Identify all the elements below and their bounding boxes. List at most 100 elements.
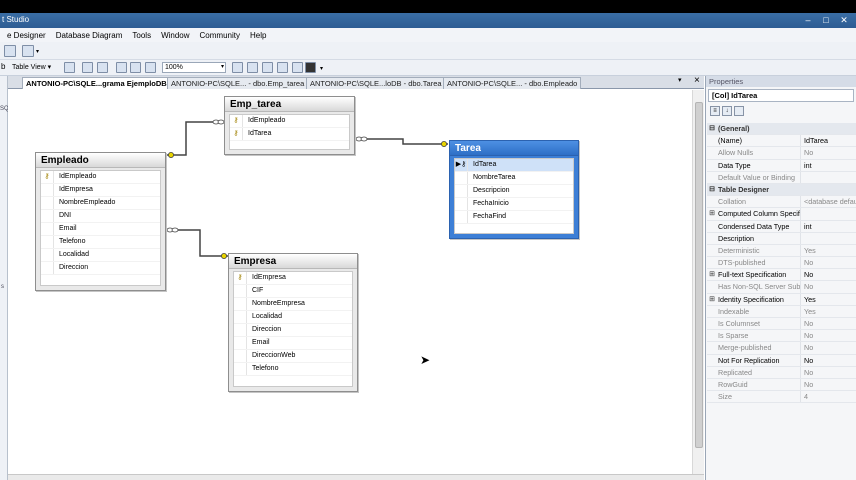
arrange-icon[interactable] [116, 62, 127, 73]
rel-emptarea-tarea[interactable] [355, 138, 448, 145]
property-row[interactable]: Deterministic Yes [707, 244, 856, 258]
table-empresa[interactable]: Empresa ⚷ IdEmpresa CIF NombreEmpresa Loc… [228, 253, 358, 392]
property-value[interactable]: IdTarea [801, 135, 856, 146]
property-row[interactable]: Allow Nulls No [707, 147, 856, 160]
table-row[interactable]: Descripcion [455, 185, 573, 198]
property-category[interactable]: ⊟ (General) [707, 123, 856, 136]
rel-empleado-emptarea[interactable] [166, 121, 218, 156]
relationships-icon[interactable] [232, 62, 243, 73]
tab-diagram[interactable]: ANTONIO-PC\SQLE...grama EjemploDB [22, 77, 168, 89]
indexes-icon[interactable] [247, 62, 258, 73]
table-row[interactable]: FechaInicio [455, 198, 573, 211]
expand-icon[interactable]: ⊟ [707, 184, 717, 195]
table-row[interactable]: Telefono [41, 236, 160, 249]
property-row[interactable]: ⊞Computed Column Specification [707, 208, 856, 221]
tab-tarea[interactable]: ANTONIO-PC\SQLE...loDB - dbo.Tarea [306, 77, 444, 89]
menu-help[interactable]: Help [245, 31, 271, 40]
property-row[interactable]: Is Columnset No [707, 318, 856, 331]
table-row[interactable]: Direccion [41, 262, 160, 275]
table-emp-tarea[interactable]: Emp_tarea ⚷ IdEmpleado ⚷ IdTarea [224, 96, 355, 155]
property-row[interactable]: Data Type int [707, 159, 856, 172]
table-row[interactable]: FechaFind [455, 211, 573, 224]
property-category[interactable]: ⊟ Table Designer [707, 183, 856, 197]
property-row[interactable]: Replicated No [707, 366, 856, 379]
close-icon[interactable]: ✕ [836, 14, 852, 26]
expand-icon[interactable]: ⊞ [707, 294, 717, 305]
table-row[interactable]: Localidad [234, 311, 352, 324]
table-row[interactable]: Email [234, 337, 352, 350]
add-table-icon[interactable] [82, 62, 93, 73]
page-break-icon[interactable] [145, 62, 156, 73]
print-icon[interactable] [4, 45, 16, 57]
diagram-canvas[interactable]: Empleado ⚷ IdEmpleado IdEmpresa NombreEmp… [8, 90, 692, 474]
table-row[interactable]: ⚷ IdTarea [230, 128, 349, 141]
property-value[interactable] [801, 208, 856, 219]
property-row[interactable]: DTS-published No [707, 257, 856, 270]
close-tab-icon[interactable]: × [694, 75, 700, 86]
table-row[interactable]: ⚷ IdEmpresa [234, 272, 352, 285]
table-view-dropdown[interactable]: Table View ▾ [12, 63, 51, 71]
property-pages-icon[interactable] [734, 106, 744, 116]
property-row[interactable]: Description [707, 232, 856, 245]
alphabetical-icon[interactable]: ↓ [722, 106, 732, 116]
text-annotation-icon[interactable] [305, 62, 316, 73]
table-row[interactable]: NombreEmpleado [41, 197, 160, 210]
table-row[interactable]: IdEmpresa [41, 184, 160, 197]
table-row[interactable]: DNI [41, 210, 160, 223]
table-row[interactable]: CIF [234, 285, 352, 298]
menu-database-diagram[interactable]: Database Diagram [51, 31, 128, 40]
property-value[interactable]: Yes [801, 294, 856, 305]
tab-emp-tarea[interactable]: ANTONIO-PC\SQLE... - dbo.Emp_tarea [167, 77, 307, 89]
menu-community[interactable]: Community [195, 31, 245, 40]
table-row[interactable]: Email [41, 223, 160, 236]
table-row[interactable]: ⚷ IdEmpleado [41, 171, 160, 184]
property-row[interactable]: ⊞ Full-text Specification No [707, 269, 856, 282]
maximize-icon[interactable]: □ [818, 14, 834, 26]
property-row[interactable]: Indexable Yes [707, 305, 856, 318]
property-row[interactable]: Size 4 [707, 391, 856, 404]
property-row[interactable]: Not For Replication No [707, 354, 856, 367]
add-related-icon[interactable] [97, 62, 108, 73]
expand-icon[interactable]: ⊞ [707, 269, 717, 280]
property-row[interactable]: Has Non-SQL Server SubscriberNo [707, 281, 856, 294]
autosize-icon[interactable] [130, 62, 141, 73]
menu-designer[interactable]: e Designer [2, 31, 51, 40]
diagram-icon[interactable] [22, 45, 34, 57]
recalculate-icon[interactable] [292, 62, 303, 73]
menu-tools[interactable]: Tools [127, 31, 156, 40]
table-row[interactable]: NombreEmpresa [234, 298, 352, 311]
property-value[interactable]: No [801, 355, 856, 366]
property-row[interactable]: (Name) IdTarea [707, 135, 856, 148]
property-value[interactable]: No [801, 269, 856, 280]
property-row[interactable]: RowGuid No [707, 378, 856, 392]
expand-icon[interactable]: ⊞ [707, 208, 717, 219]
table-row[interactable]: ⚷ IdEmpleado [230, 115, 349, 128]
view-page-breaks-icon[interactable] [277, 62, 288, 73]
table-empleado[interactable]: Empleado ⚷ IdEmpleado IdEmpresa NombreEmp… [35, 152, 166, 291]
object-explorer-collapsed[interactable]: SQ s [0, 76, 9, 480]
tab-empleado[interactable]: ANTONIO-PC\SQLE... - dbo.Empleado [443, 77, 581, 89]
table-row[interactable]: Direccion [234, 324, 352, 337]
property-row[interactable]: Collation<database default> [707, 196, 856, 209]
rel-empleado-empresa[interactable] [166, 229, 230, 257]
horizontal-scrollbar[interactable] [8, 474, 704, 480]
property-row[interactable]: Merge-published No [707, 342, 856, 355]
chevron-down-icon[interactable]: ▾ [320, 65, 323, 72]
check-constraints-icon[interactable] [262, 62, 273, 73]
tab-dropdown-icon[interactable]: ▾ [678, 76, 682, 84]
table-row[interactable]: Localidad [41, 249, 160, 262]
zoom-combo[interactable]: 100% ▾ [162, 62, 226, 73]
table-row[interactable]: ▶⚷ IdTarea [455, 159, 573, 172]
property-row[interactable]: Is Sparse No [707, 330, 856, 343]
generate-script-icon[interactable] [64, 62, 75, 73]
property-value[interactable]: int [801, 221, 856, 232]
vertical-scrollbar[interactable] [692, 90, 704, 474]
table-row[interactable]: DireccionWeb [234, 350, 352, 363]
property-value[interactable]: int [801, 160, 856, 171]
minimize-icon[interactable]: – [800, 14, 816, 26]
property-row[interactable]: Default Value or Binding [707, 171, 856, 184]
expand-icon[interactable]: ⊟ [707, 123, 717, 134]
table-row[interactable]: NombreTarea [455, 172, 573, 185]
property-value[interactable] [801, 233, 856, 244]
chevron-down-icon[interactable]: ▾ [36, 48, 39, 55]
